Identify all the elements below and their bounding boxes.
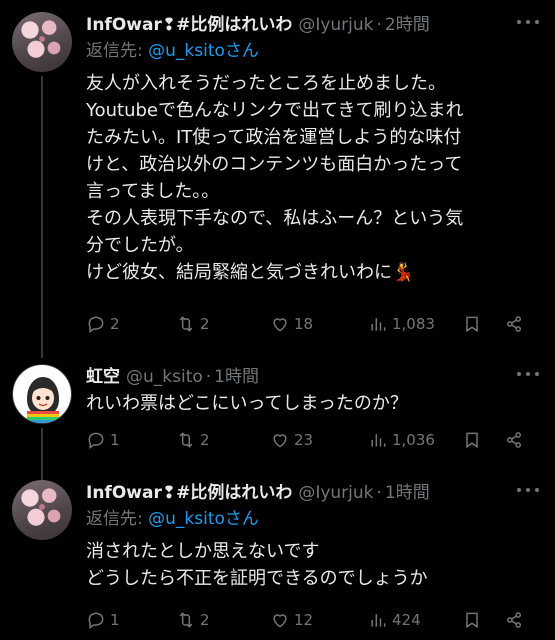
avatar[interactable] [12, 364, 72, 424]
retweet-button[interactable]: 2 [176, 428, 210, 452]
reply-context: 返信先: @u_ksitoさん [86, 36, 543, 66]
reply-mention-link[interactable]: @u_ksitoさん [148, 41, 259, 61]
display-name[interactable]: InfOwar❢#比例はれいわ [86, 478, 292, 503]
views-icon [371, 434, 386, 447]
bookmark-icon [466, 612, 478, 629]
like-button[interactable]: 23 [270, 428, 313, 452]
tweet-1[interactable]: InfOwar❢#比例はれいわ @Iyurjuk · 2時間 返信先: @u_k… [0, 0, 555, 350]
reply-button[interactable]: 1 [86, 428, 120, 452]
views-button[interactable]: 1,083 [368, 312, 435, 336]
retweet-button[interactable]: 2 [176, 608, 210, 632]
action-bar: 1 2 12 424 [86, 608, 541, 632]
heart-icon [273, 318, 287, 332]
separator-dot: · [205, 367, 212, 387]
views-icon [371, 318, 386, 331]
reply-icon [88, 432, 104, 449]
heart-icon [273, 434, 287, 448]
user-handle[interactable]: @Iyurjuk [298, 15, 373, 35]
reply-prefix: 返信先: [86, 41, 149, 61]
tweet-3[interactable]: InfOwar❢#比例はれいわ @Iyurjuk · 1時間 返信先: @u_k… [0, 472, 555, 640]
tweet-text-line: どうしたら不正を証明できるのでしょうか [86, 568, 428, 589]
tweet-text-line: れいわ票はどこにいってしまったのか？ [86, 393, 408, 414]
like-count: 18 [294, 315, 314, 333]
reply-context: 返信先: @u_ksitoさん [86, 504, 543, 534]
reply-button[interactable]: 2 [86, 312, 120, 336]
like-button[interactable]: 18 [270, 312, 313, 336]
share-icon [507, 612, 521, 628]
action-bar: 1 2 23 1,036 [86, 428, 541, 452]
tweet-text-line: 言ってました。。 [86, 181, 220, 202]
retweet-button[interactable]: 2 [176, 312, 210, 336]
user-handle[interactable]: @Iyurjuk [298, 483, 373, 503]
display-name[interactable]: InfOwar❢#比例はれいわ [86, 10, 292, 35]
heart-icon [273, 614, 287, 628]
views-count: 1,036 [392, 431, 435, 449]
action-bar: 2 2 18 1,083 [86, 312, 541, 336]
tweet-text-line: けど彼女、結局緊縮と気づきれいわに💃 [86, 262, 415, 283]
tweet-text-line: けと、政治以外のコンテンツも面白かったって [86, 154, 463, 175]
share-button[interactable] [504, 428, 524, 452]
avatar-illustration [27, 377, 59, 423]
more-icon[interactable] [517, 364, 539, 382]
tweet-text-line: 友人が入れそうだったところを止めました。 [86, 73, 446, 94]
user-handle[interactable]: @u_ksito [126, 367, 203, 387]
tweet-2[interactable]: 虹空 @u_ksito · 1時間 れいわ票はどこにいってしまったのか？ 1 2… [0, 358, 555, 468]
views-icon [371, 614, 386, 627]
retweet-count: 2 [200, 431, 210, 449]
tweet-text-line: 消されたとしか思えないです [86, 541, 320, 562]
retweet-icon [179, 612, 193, 628]
timestamp[interactable]: 1時間 [385, 478, 430, 503]
timestamp[interactable]: 2時間 [385, 10, 430, 35]
share-icon [507, 316, 521, 332]
like-button[interactable]: 12 [270, 608, 313, 632]
share-icon [507, 432, 521, 448]
tweet-text: 友人が入れそうだったところを止めました。 Youtubeで色んなリンクで出てきて… [86, 70, 543, 286]
retweet-count: 2 [200, 315, 210, 333]
like-count: 12 [294, 611, 314, 629]
separator-dot: · [376, 15, 382, 35]
reply-button[interactable]: 1 [86, 608, 120, 632]
separator-dot: · [376, 483, 382, 503]
reply-mention-link[interactable]: @u_ksitoさん [148, 509, 259, 529]
bookmark-icon [466, 432, 478, 449]
reply-count: 1 [110, 431, 120, 449]
views-button[interactable]: 1,036 [368, 428, 435, 452]
views-count: 1,083 [392, 315, 435, 333]
reply-count: 1 [110, 611, 120, 629]
tweet-text: れいわ票はどこにいってしまったのか？ [86, 390, 543, 417]
tweet-text: 消されたとしか思えないです どうしたら不正を証明できるのでしょうか [86, 538, 543, 592]
display-name[interactable]: 虹空 [86, 362, 120, 387]
tweet-text-line: その人表現下手なので、私はふーん？という気 [86, 208, 464, 229]
reply-count: 2 [110, 315, 120, 333]
like-count: 23 [294, 431, 314, 449]
share-button[interactable] [504, 608, 524, 632]
bookmark-icon [466, 316, 478, 333]
tweet-text-line: Youtubeで色んなリンクで出てきて刷り込まれ [86, 100, 464, 121]
more-icon[interactable] [517, 12, 539, 30]
views-count: 424 [392, 611, 421, 629]
more-icon[interactable] [517, 480, 539, 498]
reply-icon [88, 316, 104, 333]
views-button[interactable]: 424 [368, 608, 421, 632]
avatar[interactable] [12, 480, 72, 540]
reply-prefix: 返信先: [86, 509, 149, 529]
share-button[interactable] [504, 312, 524, 336]
avatar[interactable] [12, 12, 72, 72]
retweet-icon [179, 316, 193, 332]
bookmark-button[interactable] [462, 428, 482, 452]
reply-icon [88, 612, 104, 629]
retweet-icon [179, 432, 193, 448]
tweet-text-line: 分でしたが。 [86, 235, 194, 256]
tweet-text-line: たみたい。IT使って政治を運営しよう的な味付 [86, 127, 462, 148]
retweet-count: 2 [200, 611, 210, 629]
bookmark-button[interactable] [462, 608, 482, 632]
timestamp[interactable]: 1時間 [214, 362, 259, 387]
bookmark-button[interactable] [462, 312, 482, 336]
